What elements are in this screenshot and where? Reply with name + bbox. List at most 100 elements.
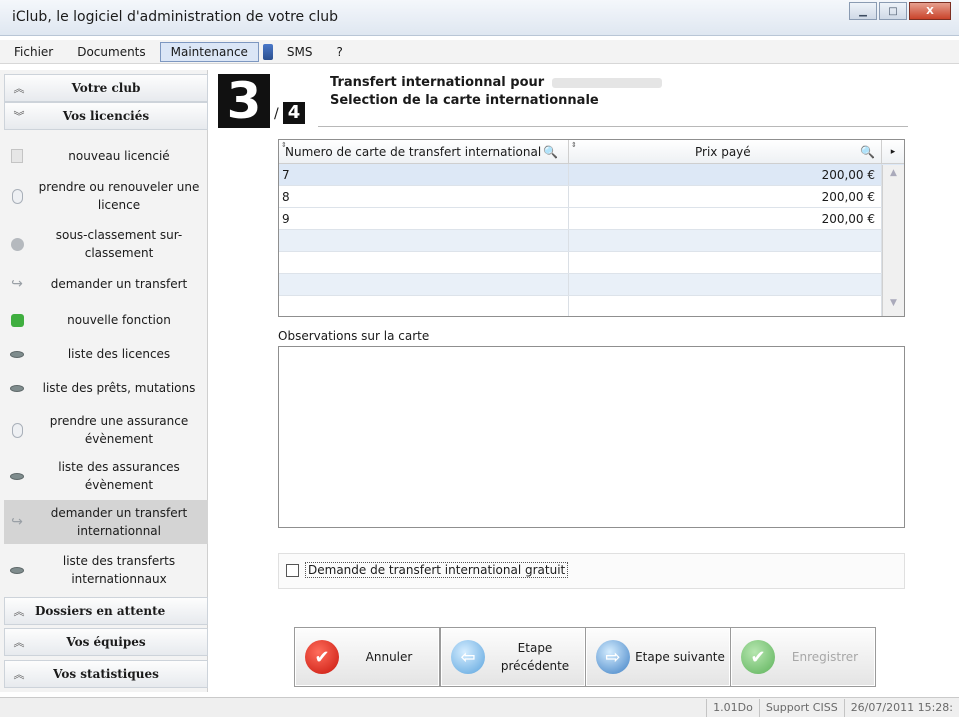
free-transfer-label[interactable]: Demande de transfert international gratu…: [305, 562, 569, 578]
grid-scrollbar[interactable]: ▲ ▼: [882, 165, 904, 316]
eye-icon: [10, 350, 24, 358]
table-row[interactable]: 9 200,00 €: [279, 208, 904, 230]
sort-icon: ⇕: [571, 141, 577, 149]
scroll-up-icon[interactable]: ▲: [886, 168, 901, 183]
cancel-button-label: Annuler: [365, 650, 413, 664]
column-chooser-arrow-icon[interactable]: ▸: [882, 140, 904, 163]
header-divider: [318, 126, 908, 127]
cell-numero: 8: [279, 186, 569, 207]
chevron-up-icon: ︽: [13, 82, 25, 95]
sidebar-item-classement[interactable]: sous-classement sur-classement: [4, 224, 208, 264]
free-transfer-panel: Demande de transfert international gratu…: [278, 553, 905, 589]
table-row[interactable]: 8 200,00 €: [279, 186, 904, 208]
menu-maintenance[interactable]: Maintenance: [159, 41, 259, 62]
sidebar-item-label: liste des assurances évènement: [58, 460, 180, 492]
table-row[interactable]: [279, 274, 904, 296]
save-button[interactable]: ✔ Enregistrer: [730, 627, 876, 687]
cell-numero: [279, 296, 569, 316]
chevron-down-icon: ︾: [13, 110, 25, 123]
section-label: Vos licenciés: [62, 109, 150, 123]
cell-prix: 200,00 €: [569, 208, 882, 229]
cards-grid[interactable]: ⇕ Numero de carte de transfert internati…: [278, 139, 905, 317]
window-title: iClub, le logiciel d'administration de v…: [12, 9, 338, 25]
maximize-button[interactable]: □: [879, 2, 907, 20]
check-cancel-icon: ✔: [305, 640, 339, 674]
cell-numero: 9: [279, 208, 569, 229]
arrow-left-icon: ⇦: [451, 640, 485, 674]
sidebar-item-transfert[interactable]: ↪ demander un transfert: [4, 272, 208, 296]
cell-prix: [569, 296, 882, 316]
menu-bar: Fichier Documents Maintenance SMS ?: [0, 40, 959, 64]
sidebar-item-nouveau-licencie[interactable]: nouveau licencié: [4, 144, 208, 168]
table-row[interactable]: [279, 296, 904, 316]
phone-icon: [262, 43, 273, 60]
arrow-icon: ↪: [11, 514, 23, 530]
sidebar-item-assurances-list[interactable]: liste des assurances évènement: [4, 456, 208, 496]
menu-documents[interactable]: Documents: [67, 43, 155, 61]
section-equipes[interactable]: ︽ Vos équipes: [4, 628, 208, 656]
minimize-button[interactable]: ▁: [849, 2, 877, 20]
section-label: Votre club: [71, 81, 141, 95]
redacted-name: [552, 77, 663, 88]
total-steps-number: 4: [283, 102, 305, 124]
sidebar-item-label: nouvelle fonction: [67, 313, 171, 327]
table-row[interactable]: [279, 230, 904, 252]
table-row[interactable]: [279, 252, 904, 274]
sidebar: ︽ Votre club ︾ Vos licenciés nouveau lic…: [0, 70, 208, 692]
wizard-title: Transfert internationnal pour Selection …: [330, 74, 663, 110]
next-step-button[interactable]: ⇨ Etape suivante: [585, 627, 731, 687]
scroll-down-icon[interactable]: ▼: [886, 298, 901, 313]
chevron-up-icon: ︽: [13, 605, 25, 618]
person-icon: [10, 237, 24, 251]
cancel-button[interactable]: ✔ Annuler: [294, 627, 440, 687]
title-bar: iClub, le logiciel d'administration de v…: [0, 0, 959, 36]
section-vos-licencies[interactable]: ︾ Vos licenciés: [4, 102, 208, 130]
arrow-icon: ↪: [11, 276, 23, 292]
sidebar-item-label: prendre ou renouveler une licence: [38, 180, 200, 212]
column-header-numero[interactable]: ⇕ Numero de carte de transfert internati…: [279, 140, 569, 163]
sidebar-item-licences-list[interactable]: liste des licences: [4, 342, 208, 366]
step-separator: /: [274, 106, 279, 122]
close-button[interactable]: X: [909, 2, 951, 20]
sidebar-item-transfert-international[interactable]: ↪ demander un transfert internationnal: [4, 500, 208, 544]
search-icon[interactable]: 🔍: [860, 145, 875, 159]
sidebar-item-label: liste des transferts internationnaux: [62, 554, 176, 586]
section-statistiques[interactable]: ︽ Vos statistiques: [4, 660, 208, 688]
check-icon: ✔: [741, 640, 775, 674]
cell-numero: [279, 230, 569, 251]
eye-icon: [10, 472, 24, 480]
sidebar-item-transferts-list[interactable]: liste des transferts internationnaux: [4, 550, 208, 590]
window-controls: ▁ □ X: [847, 2, 951, 20]
cell-prix: 200,00 €: [569, 164, 882, 185]
menu-fichier[interactable]: Fichier: [4, 43, 63, 61]
table-row[interactable]: 7 200,00 €: [279, 164, 904, 186]
section-label: Dossiers en attente: [35, 604, 166, 618]
cell-prix: 200,00 €: [569, 186, 882, 207]
current-step-number: 3: [218, 74, 270, 128]
free-transfer-checkbox[interactable]: [286, 564, 299, 577]
cell-numero: 7: [279, 164, 569, 185]
sidebar-item-licence[interactable]: prendre ou renouveler une licence: [4, 176, 208, 216]
cell-numero: [279, 252, 569, 273]
observations-textarea[interactable]: [278, 346, 905, 528]
section-dossiers[interactable]: ︽ Dossiers en attente: [4, 597, 208, 625]
sidebar-item-label: liste des licences: [67, 347, 171, 361]
menu-help[interactable]: ?: [327, 43, 353, 61]
menu-sms[interactable]: SMS: [277, 43, 323, 61]
sidebar-item-fonction[interactable]: nouvelle fonction: [4, 308, 208, 332]
section-label: Vos équipes: [66, 635, 146, 649]
next-step-label: Etape suivante: [635, 650, 725, 664]
wizard-title-line1: Transfert internationnal pour: [330, 75, 545, 90]
sidebar-item-label: demander un transfert internationnal: [50, 506, 188, 538]
status-bar: 1.01Do Support CISS 26/07/2011 15:28:: [0, 697, 959, 717]
chevron-up-icon: ︽: [13, 636, 25, 649]
wizard-title-line2: Selection de la carte internationnale: [330, 93, 599, 108]
sidebar-item-assurance[interactable]: prendre une assurance évènement: [4, 410, 208, 450]
column-header-prix[interactable]: ⇕ Prix payé 🔍: [569, 140, 882, 163]
section-votre-club[interactable]: ︽ Votre club: [4, 74, 208, 102]
previous-step-button[interactable]: ⇦ Etape précédente: [440, 627, 586, 687]
status-support: Support CISS: [758, 698, 844, 717]
search-icon[interactable]: 🔍: [543, 145, 558, 159]
sidebar-item-prets[interactable]: liste des prêts, mutations: [4, 376, 208, 400]
cell-prix: [569, 274, 882, 295]
